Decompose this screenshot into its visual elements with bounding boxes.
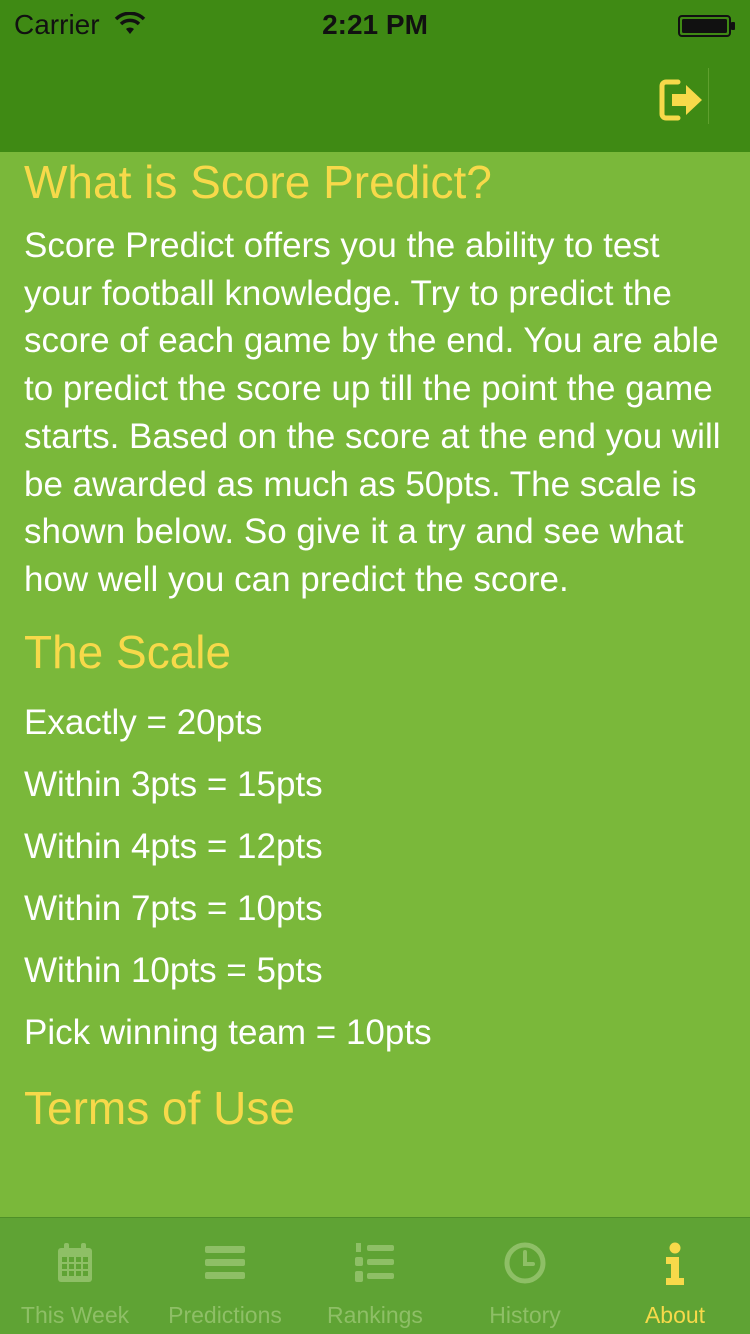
scale-item: Pick winning team = 10pts xyxy=(24,1012,432,1052)
status-bar: Carrier 2:21 PM xyxy=(0,0,750,52)
nav-divider xyxy=(708,68,709,124)
tab-label: Predictions xyxy=(168,1302,282,1328)
numbered-list-icon xyxy=(355,1243,394,1282)
tab-label: About xyxy=(644,1302,706,1328)
status-time: 2:21 PM xyxy=(322,9,428,40)
tab-bar: This Week Predictions Rankings History A… xyxy=(0,1217,750,1334)
tab-about[interactable]: About xyxy=(600,1218,750,1334)
scale-item: Exactly = 20pts xyxy=(24,702,263,742)
scale-item: Within 4pts = 12pts xyxy=(24,826,323,866)
tab-predictions[interactable]: Predictions xyxy=(150,1218,300,1334)
calendar-icon xyxy=(58,1243,92,1282)
scale-list: Exactly = 20pts Within 3pts = 15pts With… xyxy=(24,692,726,1064)
tab-label: Rankings xyxy=(327,1302,423,1328)
scale-item: Within 3pts = 15pts xyxy=(24,764,323,804)
battery-icon xyxy=(678,15,735,37)
tab-label: This Week xyxy=(20,1302,130,1328)
logout-icon xyxy=(659,79,702,121)
tab-rankings[interactable]: Rankings xyxy=(300,1218,450,1334)
clock-icon xyxy=(504,1242,546,1284)
info-icon xyxy=(666,1242,684,1285)
tab-history[interactable]: History xyxy=(450,1218,600,1334)
tab-label: History xyxy=(489,1302,561,1328)
about-content[interactable]: What is Score Predict? Score Predict off… xyxy=(0,152,750,1217)
tab-this-week[interactable]: This Week xyxy=(0,1218,150,1334)
scale-item: Within 10pts = 5pts xyxy=(24,950,323,990)
terms-heading: Terms of Use xyxy=(24,1081,295,1134)
navigation-bar xyxy=(0,52,750,152)
logout-button[interactable] xyxy=(656,74,708,126)
scale-heading: The Scale xyxy=(24,625,232,678)
scale-item: Within 7pts = 10pts xyxy=(24,888,323,928)
what-is-heading: What is Score Predict? xyxy=(24,156,492,208)
list-icon xyxy=(205,1246,245,1279)
description-text: Score Predict offers you the ability to … xyxy=(24,226,721,599)
